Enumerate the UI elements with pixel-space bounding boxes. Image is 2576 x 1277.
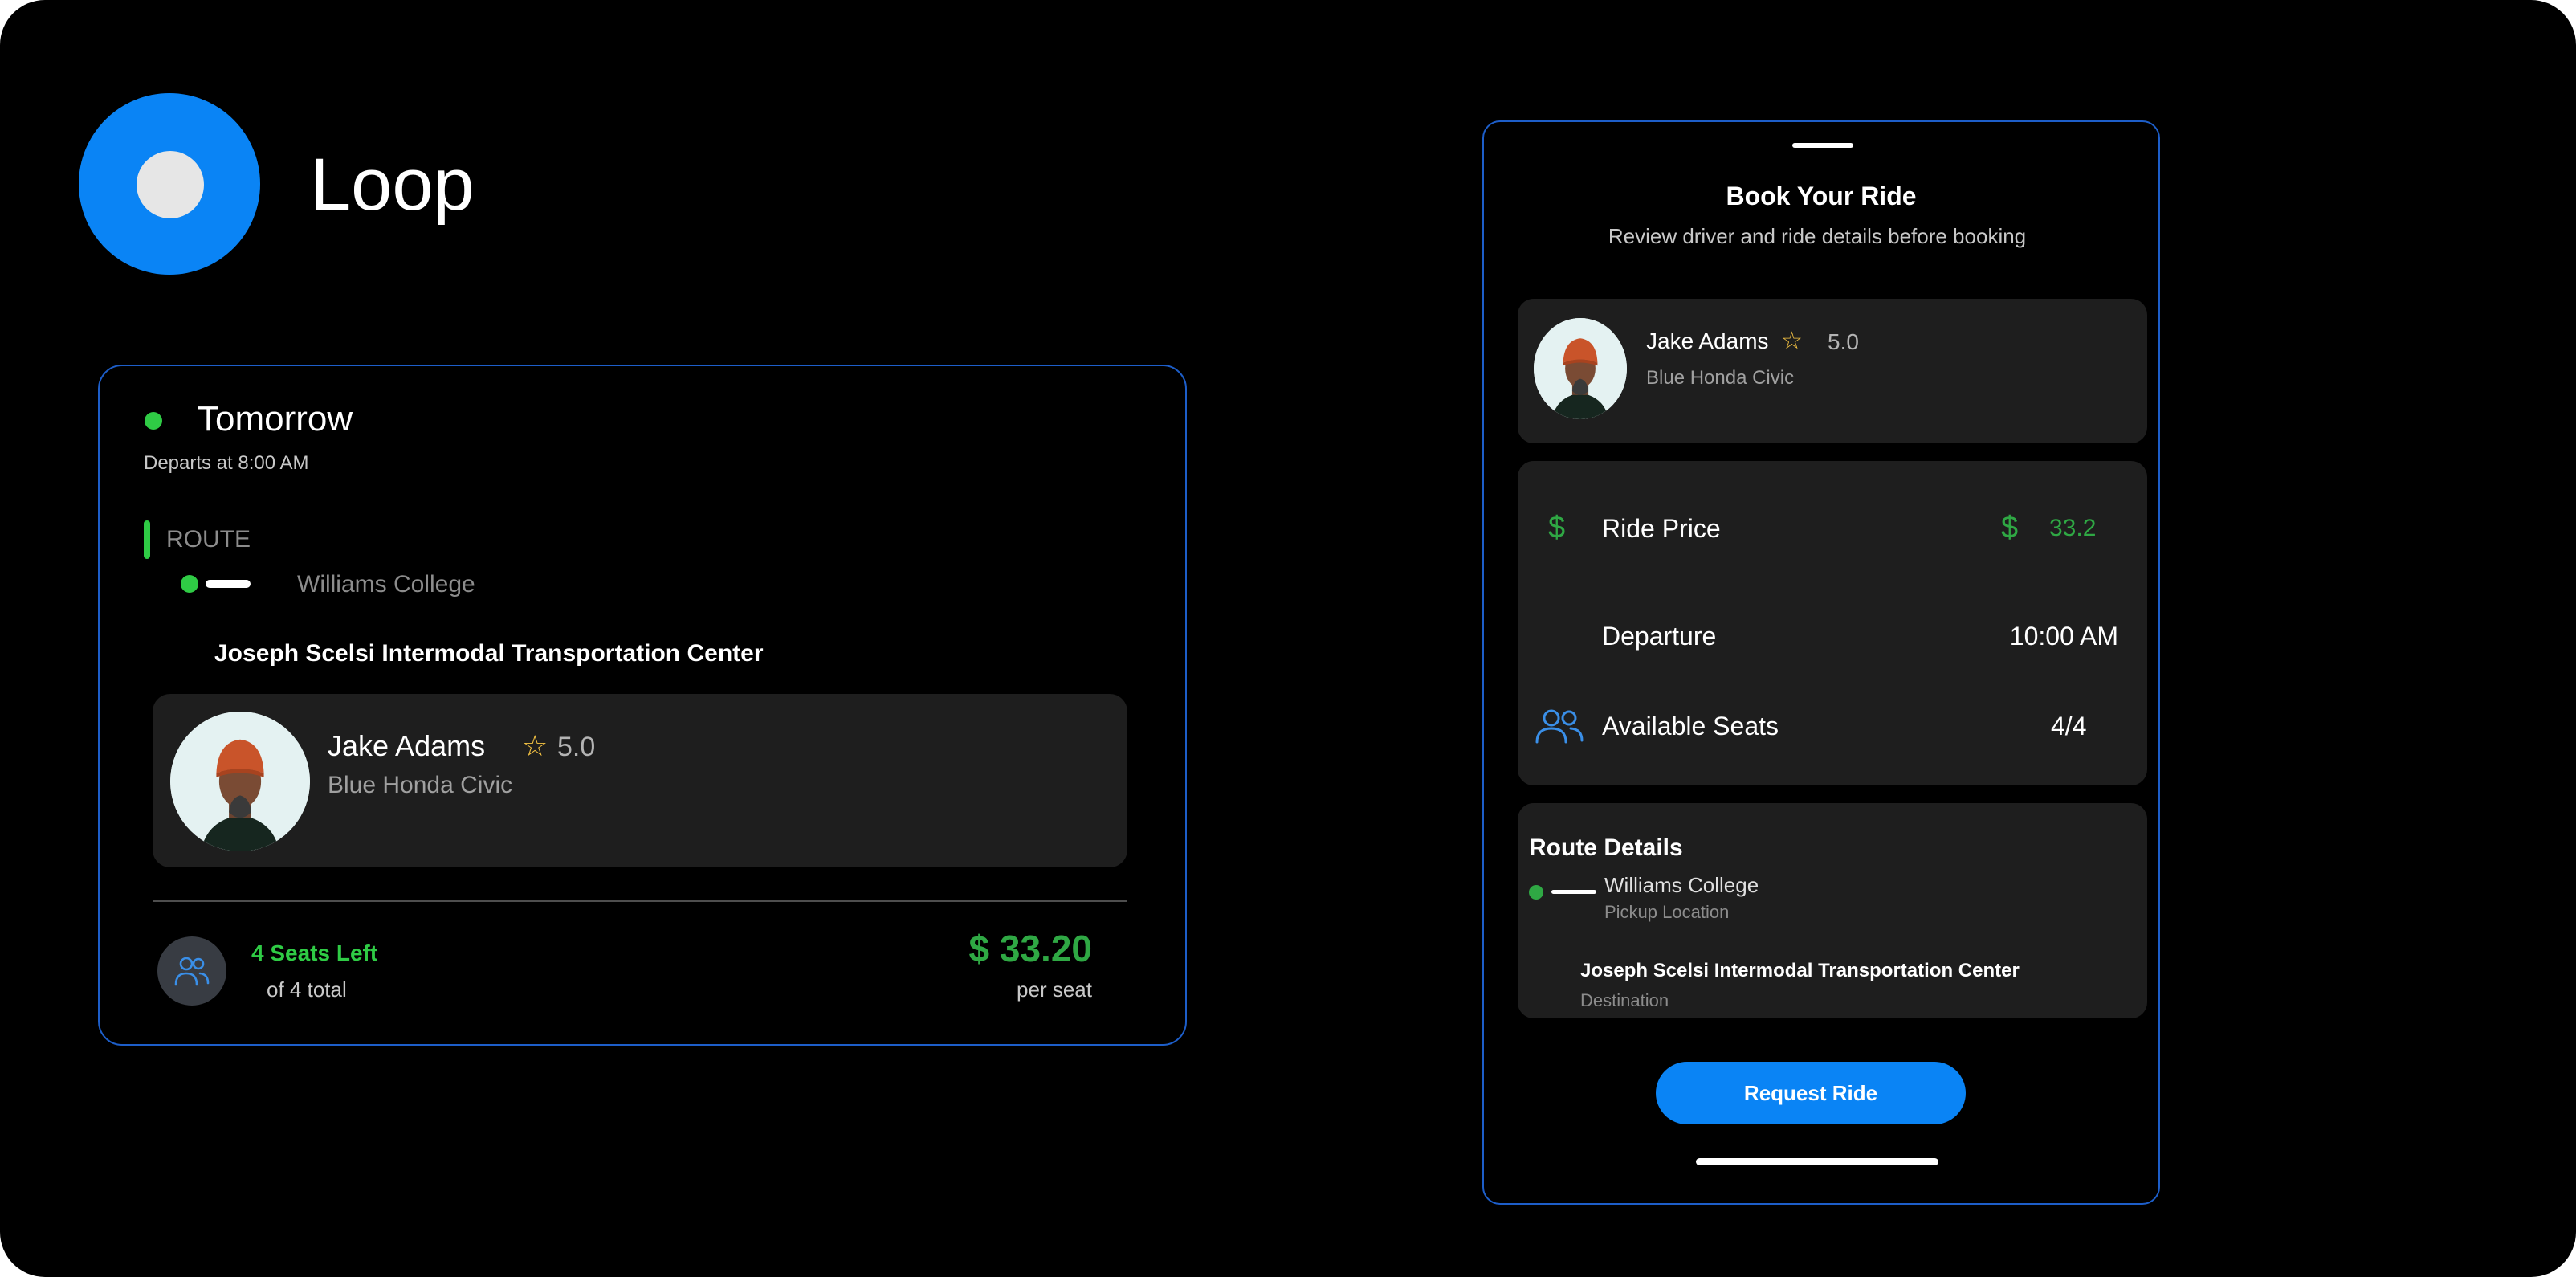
route-line (206, 580, 251, 588)
departure-label: Departure (1602, 622, 1717, 651)
sheet-grabber[interactable] (1792, 143, 1853, 148)
status-dot (145, 412, 162, 430)
app-canvas: Loop Tomorrow Departs at 8:00 AM ROUTE W… (0, 0, 2576, 1277)
driver-rating: 5.0 (557, 732, 596, 762)
pickup-location: Williams College (1604, 873, 1759, 897)
sheet-subtitle: Review driver and ride details before bo… (1608, 224, 2027, 248)
price-currency: $ (2001, 511, 2019, 545)
users-icon (1534, 707, 1585, 745)
origin-dot (181, 575, 198, 593)
driver-avatar (170, 712, 310, 851)
booking-driver-rating: 5.0 (1828, 329, 1859, 354)
departure-value: 10:00 AM (2009, 622, 2118, 651)
home-indicator[interactable] (1696, 1158, 1938, 1165)
route-accent-bar (144, 520, 150, 559)
route-details-title: Route Details (1529, 834, 1683, 861)
route-destination: Joseph Scelsi Intermodal Transportation … (214, 640, 764, 667)
seats-total: of 4 total (267, 977, 347, 1002)
app-title: Loop (310, 144, 475, 226)
dollar-icon: $ (1548, 511, 1566, 545)
ride-price-value: 33.2 (2049, 515, 2097, 541)
route-origin: Williams College (297, 571, 475, 598)
pickup-label: Pickup Location (1604, 902, 1730, 922)
request-ride-button[interactable]: Request Ride (1656, 1062, 1966, 1124)
sheet-title: Book Your Ride (1726, 182, 1917, 210)
destination-location: Joseph Scelsi Intermodal Transportation … (1580, 960, 2020, 981)
route-line (1551, 890, 1596, 894)
origin-dot (1529, 885, 1543, 900)
route-label: ROUTE (166, 526, 251, 553)
driver-name: Jake Adams (328, 729, 486, 762)
logo-inner-dot (137, 151, 204, 218)
booking-driver-avatar (1534, 318, 1627, 419)
seats-left: 4 Seats Left (251, 940, 378, 965)
booking-driver-car: Blue Honda Civic (1646, 367, 1795, 389)
users-icon (157, 936, 226, 1006)
departure-time: Departs at 8:00 AM (144, 452, 309, 474)
ride-price: $ 33.20 (968, 928, 1092, 969)
ride-day: Tomorrow (198, 399, 353, 439)
available-seats-label: Available Seats (1602, 712, 1779, 740)
ride-price-label: Ride Price (1602, 514, 1721, 543)
driver-car: Blue Honda Civic (328, 772, 513, 798)
booking-driver-name: Jake Adams (1646, 328, 1769, 353)
star-icon: ☆ (522, 729, 548, 762)
card-divider (153, 900, 1127, 902)
destination-label: Destination (1580, 990, 1669, 1010)
available-seats-value: 4/4 (2051, 712, 2087, 740)
price-unit: per seat (1017, 977, 1092, 1002)
star-icon: ☆ (1781, 328, 1803, 354)
